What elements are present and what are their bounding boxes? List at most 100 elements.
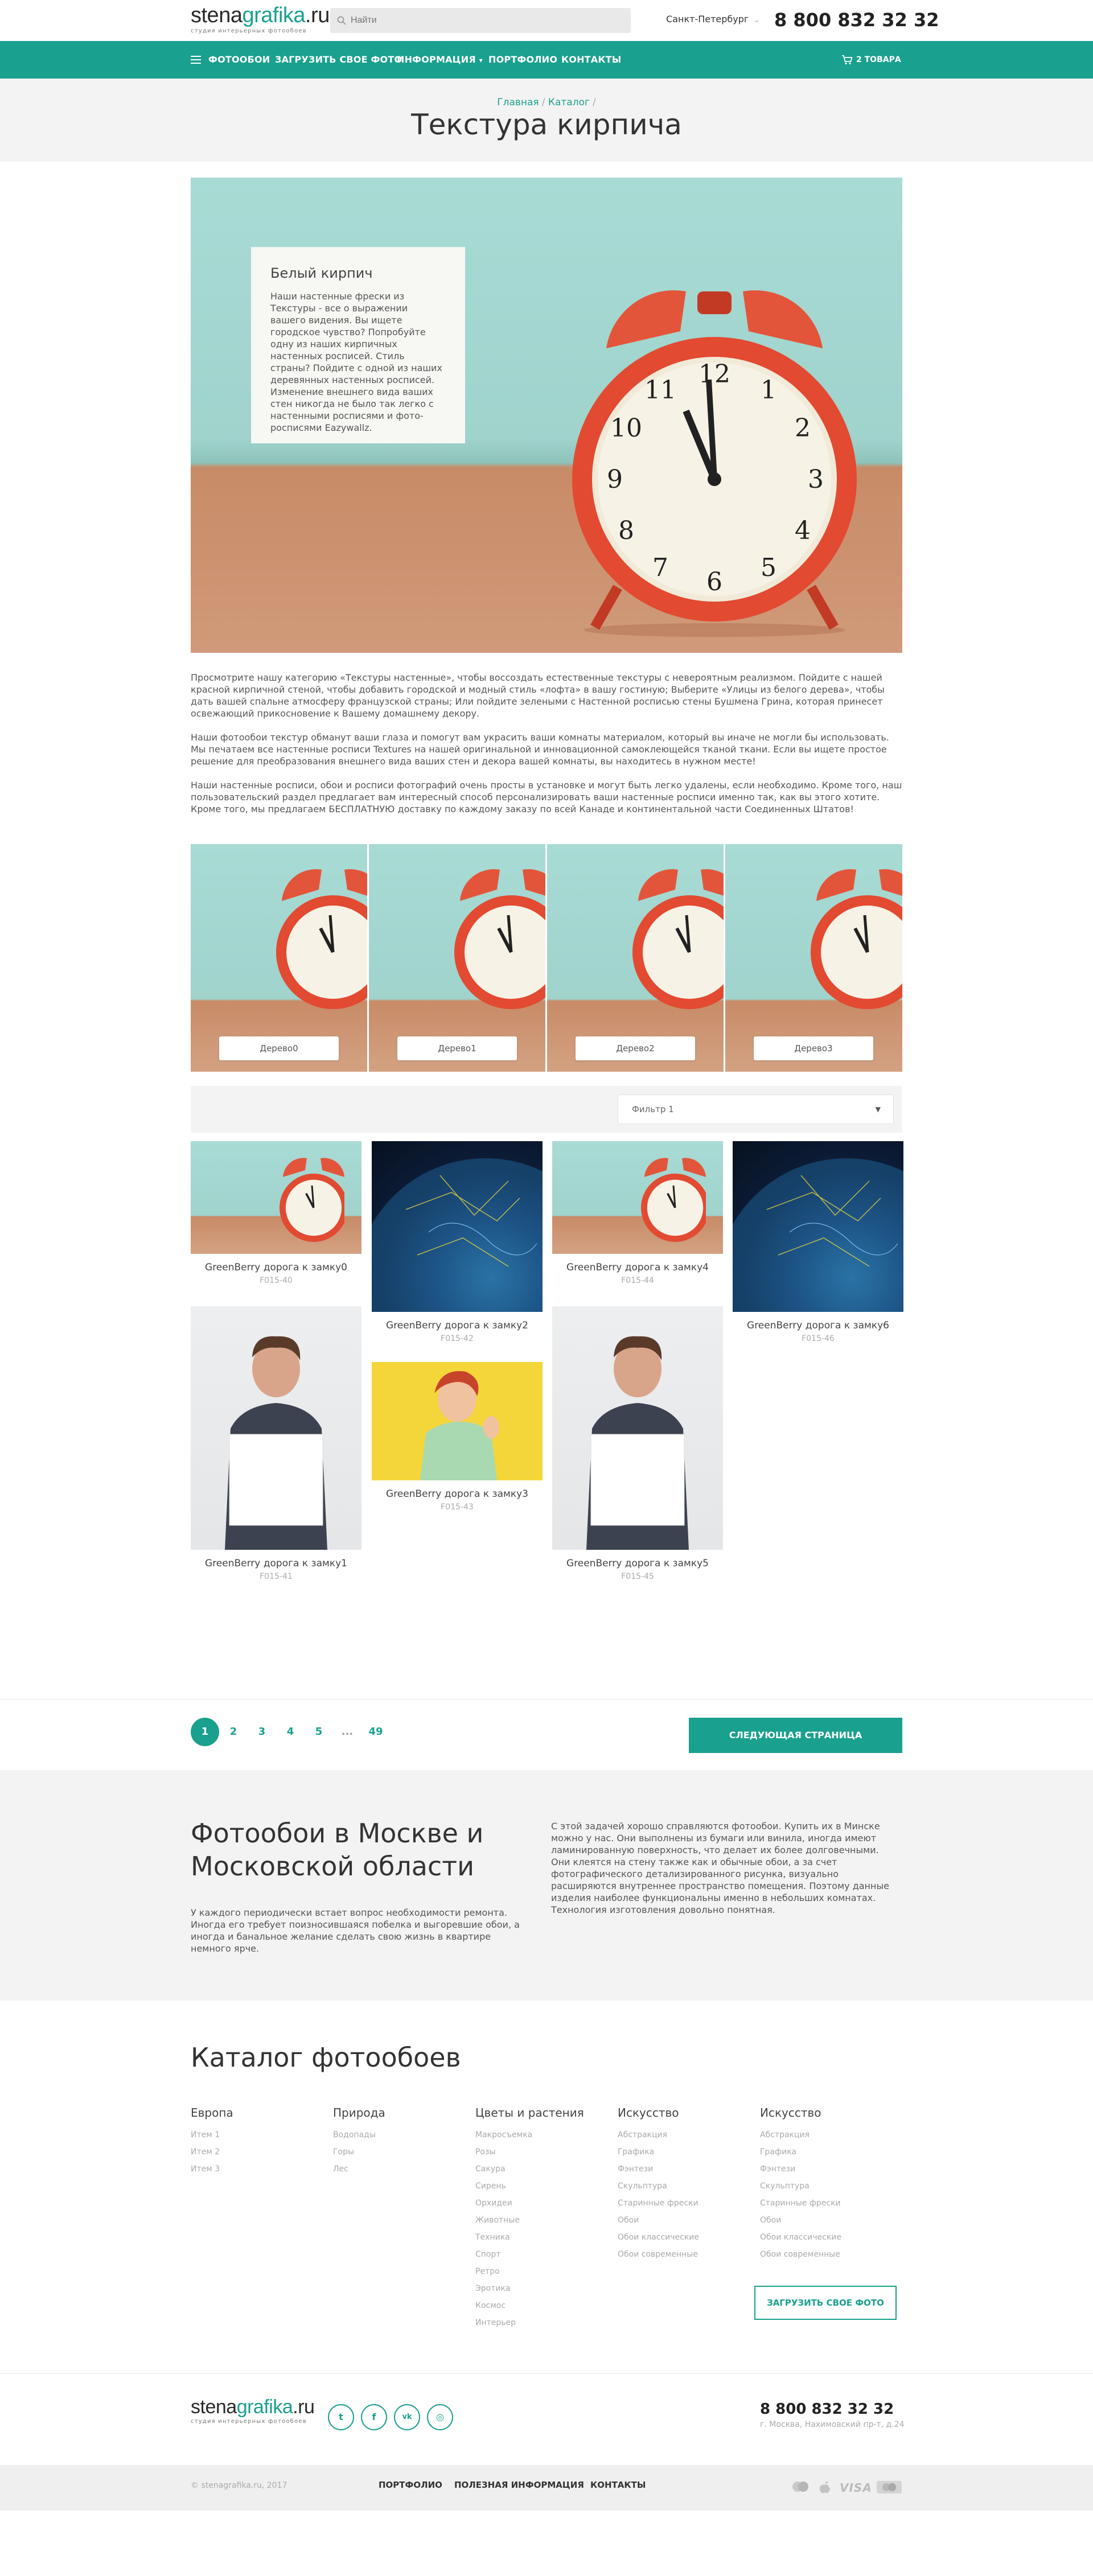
- page-link[interactable]: 3: [248, 1718, 276, 1746]
- catalog-link[interactable]: Старинные фрески: [618, 2195, 699, 2212]
- catalog-link[interactable]: Фэнтези: [618, 2161, 699, 2178]
- product-card[interactable]: GreenBerry дорога к замку1 F015-41: [191, 1306, 361, 1581]
- catalog-link[interactable]: Итем 2: [191, 2143, 233, 2161]
- product-name[interactable]: GreenBerry дорога к замку5: [552, 1558, 723, 1569]
- product-name[interactable]: GreenBerry дорога к замку4: [552, 1262, 723, 1273]
- gallery-tile[interactable]: Дерево3: [725, 844, 902, 1072]
- product-card[interactable]: GreenBerry дорога к замку0 F015-40: [191, 1141, 361, 1285]
- page-link[interactable]: 5: [305, 1718, 333, 1746]
- catalog-link[interactable]: Макросъемка: [475, 2126, 584, 2143]
- footer-logo[interactable]: stenagrafika.ru студия интерьерных фотоо…: [191, 2396, 315, 2425]
- catalog-link[interactable]: Космос: [475, 2297, 584, 2314]
- product-image[interactable]: [191, 1141, 361, 1254]
- catalog-column-head[interactable]: Искусство: [760, 2106, 841, 2120]
- catalog-link[interactable]: Итем 1: [191, 2126, 233, 2143]
- product-name[interactable]: GreenBerry дорога к замку3: [372, 1488, 543, 1500]
- menu-icon[interactable]: [191, 56, 201, 64]
- catalog-link[interactable]: Техника: [475, 2229, 584, 2246]
- catalog-link[interactable]: Итем 3: [191, 2161, 233, 2178]
- catalog-link[interactable]: Розы: [475, 2143, 584, 2161]
- breadcrumb-home[interactable]: Главная: [497, 97, 539, 108]
- search-box[interactable]: [330, 8, 631, 33]
- nav-item-contacts[interactable]: Контакты: [561, 41, 622, 79]
- gallery-tile[interactable]: Дерево0: [191, 844, 367, 1072]
- filter-select[interactable]: Фильтр 1 ▼: [618, 1094, 894, 1124]
- gallery-tile-button[interactable]: Дерево1: [397, 1036, 517, 1060]
- catalog-link[interactable]: Интерьер: [475, 2314, 584, 2331]
- catalog-link[interactable]: Скульптура: [760, 2178, 841, 2195]
- catalog-link[interactable]: Фэнтези: [760, 2161, 841, 2178]
- catalog-link[interactable]: Скульптура: [618, 2178, 699, 2195]
- upload-photo-button[interactable]: Загрузить свое фото: [754, 2286, 897, 2320]
- breadcrumb-catalog[interactable]: Каталог: [548, 97, 590, 108]
- header-phone[interactable]: 8 800 832 32 32: [774, 9, 939, 31]
- instagram-icon[interactable]: ◎: [427, 2404, 453, 2430]
- gallery-tile-button[interactable]: Дерево3: [754, 1036, 873, 1060]
- product-name[interactable]: GreenBerry дорога к замку0: [191, 1262, 361, 1273]
- nav-item-portfolio[interactable]: Портфолио: [488, 41, 557, 79]
- catalog-link[interactable]: Обои современные: [618, 2246, 699, 2263]
- product-card[interactable]: GreenBerry дорога к замку2 F015-42: [372, 1141, 543, 1343]
- gallery-tile-button[interactable]: Дерево2: [576, 1036, 695, 1060]
- nav-item-photowallpaper[interactable]: Фотообои: [208, 41, 270, 79]
- catalog-column-head[interactable]: Европа: [191, 2106, 233, 2120]
- gallery-tile[interactable]: Дерево1: [369, 844, 545, 1072]
- product-card[interactable]: GreenBerry дорога к замку5 F015-45: [552, 1306, 723, 1581]
- page-link[interactable]: 4: [276, 1718, 305, 1746]
- catalog-link[interactable]: Графика: [618, 2143, 699, 2161]
- catalog-link[interactable]: Водопады: [333, 2126, 385, 2143]
- nav-item-info[interactable]: Информация ▾: [397, 41, 483, 79]
- product-name[interactable]: GreenBerry дорога к замку1: [191, 1558, 361, 1569]
- gallery-tile-button[interactable]: Дерево0: [219, 1036, 339, 1060]
- catalog-link[interactable]: Обои: [760, 2212, 841, 2229]
- catalog-link[interactable]: Графика: [760, 2143, 841, 2161]
- catalog-link[interactable]: Лес: [333, 2161, 385, 2178]
- footer-nav-portfolio[interactable]: Портфолио: [379, 2480, 442, 2490]
- catalog-link[interactable]: Сакура: [475, 2161, 584, 2178]
- catalog-link[interactable]: Обои современные: [760, 2246, 841, 2263]
- product-image[interactable]: [372, 1141, 543, 1312]
- catalog-link[interactable]: Спорт: [475, 2246, 584, 2263]
- product-card[interactable]: GreenBerry дорога к замку4 F015-44: [552, 1141, 723, 1285]
- catalog-link[interactable]: Старинные фрески: [760, 2195, 841, 2212]
- gallery-tile[interactable]: Дерево2: [547, 844, 724, 1072]
- product-image[interactable]: [552, 1141, 723, 1254]
- catalog-column-head[interactable]: Цветы и растения: [475, 2106, 584, 2120]
- cart-link[interactable]: 2 товара: [841, 41, 901, 79]
- footer-nav-contacts[interactable]: Контакты: [590, 2480, 646, 2490]
- catalog-link[interactable]: Обои: [618, 2212, 699, 2229]
- footer-nav-useful-info[interactable]: Полезная информация: [454, 2480, 584, 2490]
- twitter-icon[interactable]: t: [328, 2404, 354, 2430]
- search-input[interactable]: [351, 8, 624, 33]
- catalog-link[interactable]: Сирень: [475, 2178, 584, 2195]
- product-image[interactable]: [733, 1141, 903, 1312]
- catalog-link[interactable]: Орхидеи: [475, 2195, 584, 2212]
- product-card[interactable]: GreenBerry дорога к замку3 F015-43: [372, 1362, 543, 1512]
- city-selector[interactable]: Санкт-Петербург ⌄: [666, 14, 759, 24]
- vk-icon[interactable]: vk: [394, 2404, 420, 2430]
- catalog-link[interactable]: Ретро: [475, 2263, 584, 2280]
- catalog-link[interactable]: Эротика: [475, 2280, 584, 2297]
- nav-item-upload-photo[interactable]: Загрузить свое фото: [275, 41, 402, 79]
- next-page-button[interactable]: Следующая страница: [689, 1718, 902, 1753]
- site-logo[interactable]: stenagrafika.ru студия интерьерных фотоо…: [191, 3, 330, 34]
- product-image[interactable]: [191, 1306, 361, 1550]
- facebook-icon[interactable]: f: [361, 2404, 387, 2430]
- page-link-last[interactable]: 49: [361, 1718, 390, 1746]
- product-name[interactable]: GreenBerry дорога к замку6: [733, 1320, 903, 1331]
- page-link[interactable]: 2: [219, 1718, 248, 1746]
- catalog-column-head[interactable]: Природа: [333, 2106, 385, 2120]
- catalog-link[interactable]: Абстракция: [760, 2126, 841, 2143]
- catalog-link[interactable]: Горы: [333, 2143, 385, 2161]
- product-name[interactable]: GreenBerry дорога к замку2: [372, 1320, 543, 1331]
- product-image[interactable]: [552, 1306, 723, 1550]
- catalog-link[interactable]: Обои классические: [618, 2229, 699, 2246]
- product-card[interactable]: GreenBerry дорога к замку6 F015-46: [733, 1141, 903, 1343]
- page-link-active[interactable]: 1: [191, 1718, 219, 1746]
- catalog-link[interactable]: Обои классические: [760, 2229, 841, 2246]
- footer-phone[interactable]: 8 800 832 32 32: [760, 2401, 894, 2418]
- product-image[interactable]: [372, 1362, 543, 1480]
- catalog-link[interactable]: Абстракция: [618, 2126, 699, 2143]
- catalog-link[interactable]: Животные: [475, 2212, 584, 2229]
- catalog-column-head[interactable]: Искусство: [618, 2106, 699, 2120]
